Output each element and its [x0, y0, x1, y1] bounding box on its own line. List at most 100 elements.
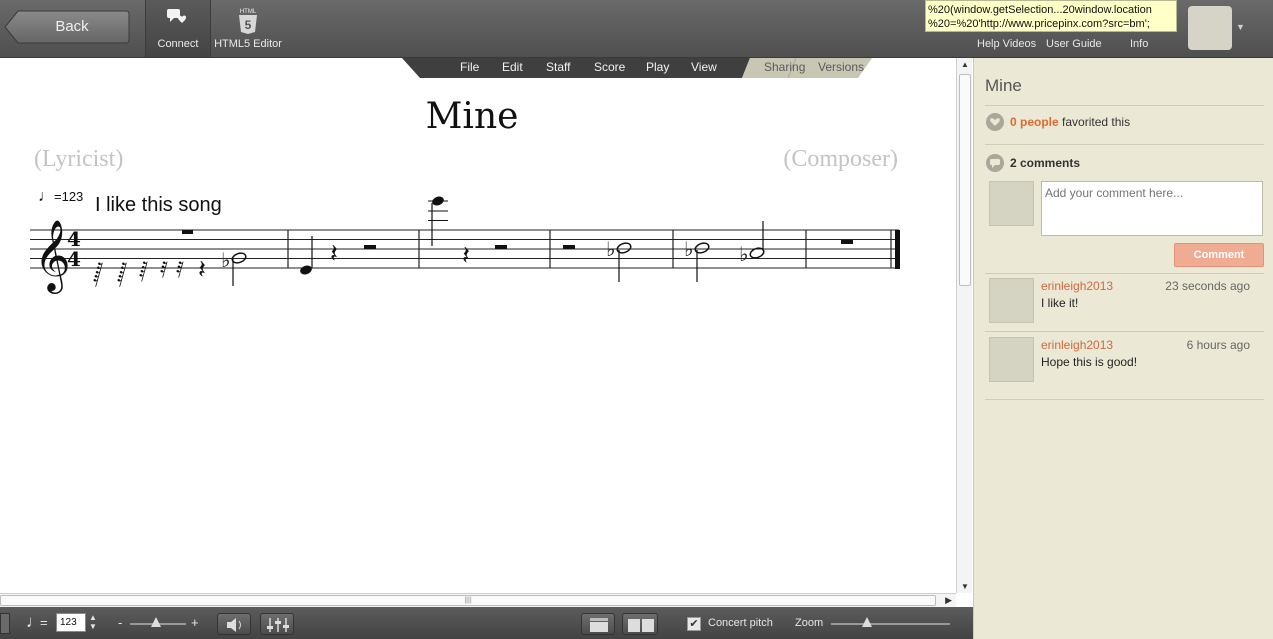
- volume-plus[interactable]: +: [191, 615, 199, 630]
- help-videos-link[interactable]: Help Videos: [977, 38, 1036, 50]
- vertical-scroll-thumb[interactable]: [959, 74, 971, 286]
- quarter-note-icon: ♩: [38, 188, 54, 205]
- concert-pitch-label: Concert pitch: [708, 617, 773, 629]
- panel-toggle-button[interactable]: [0, 613, 10, 634]
- volume-slider-handle[interactable]: [151, 617, 161, 627]
- tempo-marking[interactable]: ♩=123: [38, 188, 83, 206]
- avatar[interactable]: [989, 278, 1034, 323]
- divider: [985, 331, 1264, 332]
- menu-edit[interactable]: Edit: [502, 60, 523, 74]
- svg-text:𝅀: 𝅀: [160, 258, 168, 283]
- flat-sign: ♭: [221, 248, 230, 272]
- avatar: [989, 181, 1034, 226]
- panel-title: Mine: [985, 76, 1022, 95]
- html5-editor-label: HTML5 Editor: [214, 38, 282, 50]
- rest-group-measure-1: 𝅂 𝅂 𝅁 𝅀 𝅀 𝄽: [93, 255, 206, 288]
- treble-clef-icon: 𝄞: [34, 218, 71, 294]
- comment-input[interactable]: [1041, 181, 1263, 236]
- horizontal-scrollbar[interactable]: |||| ▶: [0, 593, 956, 607]
- favorites-suffix: favorited this: [1062, 115, 1131, 129]
- flat-sign: ♭: [684, 237, 693, 261]
- volume-minus[interactable]: -: [118, 615, 122, 630]
- score-title[interactable]: Mine: [0, 96, 944, 137]
- playback-button[interactable]: [581, 613, 615, 635]
- menu-file[interactable]: File: [460, 60, 479, 74]
- bookmarklet-url-tooltip: %20(window.getSelection...20window.locat…: [925, 0, 1177, 32]
- vertical-scrollbar[interactable]: ▲ ▼: [956, 58, 972, 593]
- half-rest: [364, 245, 376, 249]
- comments-count: 2 comments: [1010, 156, 1081, 170]
- tab-sharing[interactable]: Sharing: [764, 60, 805, 74]
- time-signature-bottom: 4: [67, 247, 81, 271]
- sharing-side-panel: Mine 0 people favorited this 2 comments …: [973, 58, 1273, 639]
- tempo-stepper-icon[interactable]: ▲ ▼: [89, 613, 97, 631]
- user-avatar[interactable]: [1188, 6, 1232, 50]
- connect-label: Connect: [157, 38, 199, 50]
- menu-play[interactable]: Play: [646, 60, 669, 74]
- chat-bubbles-icon: [167, 9, 187, 23]
- staff-text[interactable]: I like this song: [95, 194, 222, 217]
- connect-tool-button[interactable]: Connect: [145, 0, 211, 57]
- divider: [985, 105, 1264, 106]
- comment-username[interactable]: erinleigh2013: [1041, 338, 1113, 352]
- html5-icon: HTML 5: [239, 9, 257, 34]
- info-link[interactable]: Info: [1130, 38, 1148, 50]
- comment-item: erinleigh2013 23 seconds ago I like it!: [985, 276, 1264, 331]
- tooltip-line-2: %20=%20'http://www.pricepinx.com?src=bm'…: [928, 18, 1150, 30]
- half-rest: [563, 245, 575, 249]
- tempo-value: 123: [61, 189, 84, 204]
- composer-field[interactable]: (Composer): [783, 146, 898, 173]
- speaker-icon: [227, 618, 241, 632]
- svg-text:HTML: HTML: [240, 9, 257, 15]
- music-staff[interactable]: 𝄞 4 4 𝅂 𝅂 𝅁 𝅀 𝅀 𝄽 ♭ �: [0, 58, 956, 593]
- avatar[interactable]: [989, 337, 1034, 382]
- html5-editor-button[interactable]: HTML 5 HTML5 Editor: [212, 0, 284, 57]
- page-view-button[interactable]: [622, 613, 658, 635]
- score-canvas[interactable]: 𝄞 4 4 𝅂 𝅂 𝅁 𝅀 𝅀 𝄽 ♭ �: [0, 58, 956, 593]
- scroll-up-icon[interactable]: ▲: [961, 60, 969, 69]
- half-rest: [495, 245, 507, 249]
- whole-rest: [841, 240, 853, 244]
- flat-sign: ♭: [606, 237, 615, 261]
- favorites-count[interactable]: 0 people: [1010, 115, 1059, 129]
- favorites-line: 0 people favorited this: [1010, 115, 1130, 129]
- menu-bar: File Edit Staff Score Play View Sharing …: [402, 58, 872, 79]
- concert-pitch-checkbox[interactable]: ✔: [687, 617, 701, 631]
- heart-icon[interactable]: [986, 113, 1004, 131]
- zoom-label: Zoom: [795, 617, 824, 629]
- menu-staff[interactable]: Staff: [546, 60, 570, 74]
- mixer-icon: [267, 618, 289, 632]
- tab-versions[interactable]: Versions: [818, 60, 864, 74]
- lyricist-field[interactable]: (Lyricist): [34, 146, 123, 173]
- clapperboard-icon: [590, 618, 608, 632]
- quarter-rest: 𝄽: [462, 241, 470, 271]
- back-button[interactable]: Back: [4, 10, 130, 44]
- open-book-icon: [628, 619, 654, 632]
- divider: [985, 144, 1264, 145]
- menu-score[interactable]: Score: [594, 60, 625, 74]
- zoom-slider-handle[interactable]: [862, 617, 872, 627]
- mixer-button[interactable]: [260, 613, 294, 635]
- comment-timestamp: 6 hours ago: [1186, 338, 1250, 352]
- tempo-input[interactable]: 123: [56, 613, 86, 632]
- top-toolbar: Back Connect HTML 5 HTML5 Editor %20(win…: [0, 0, 1273, 58]
- horizontal-scroll-thumb[interactable]: ||||: [0, 595, 936, 606]
- comment-username[interactable]: erinleigh2013: [1041, 279, 1113, 293]
- comment-button[interactable]: Comment: [1174, 243, 1264, 267]
- divider: [985, 273, 1264, 274]
- menu-view[interactable]: View: [691, 60, 717, 74]
- zoom-slider-track[interactable]: [831, 623, 950, 625]
- svg-text:𝅁: 𝅁: [139, 258, 148, 283]
- quarter-rest: 𝄽: [330, 239, 338, 269]
- user-guide-link[interactable]: User Guide: [1046, 38, 1102, 50]
- divider: [985, 399, 1264, 400]
- svg-text:𝅀: 𝅀: [176, 258, 184, 283]
- comment-bubble-icon: [986, 154, 1004, 172]
- chevron-down-icon[interactable]: ▼: [1236, 22, 1245, 32]
- scroll-down-icon[interactable]: ▼: [961, 582, 969, 591]
- tooltip-line-1: %20(window.getSelection...20window.locat…: [928, 4, 1152, 16]
- half-note: [616, 242, 632, 254]
- scroll-right-icon[interactable]: ▶: [945, 595, 952, 606]
- speaker-button[interactable]: [217, 613, 251, 635]
- svg-text:5: 5: [245, 18, 252, 32]
